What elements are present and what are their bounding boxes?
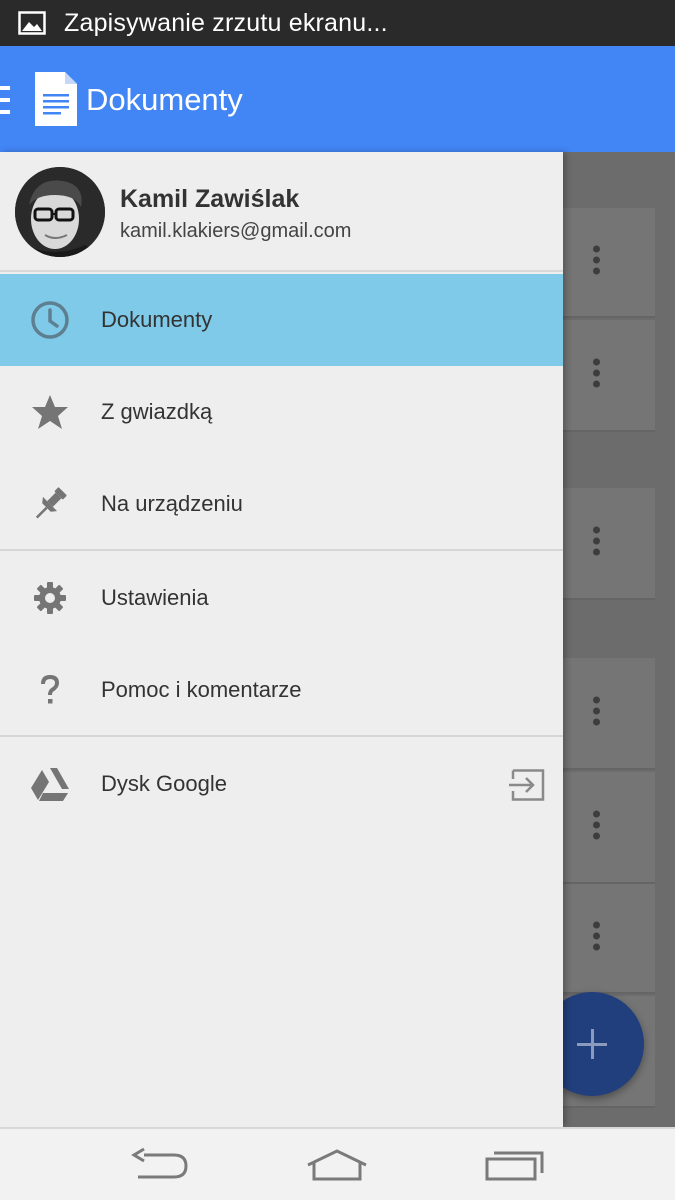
drawer-item-label: Dysk Google: [101, 771, 227, 796]
back-icon[interactable]: [130, 1147, 190, 1183]
drawer-item-label: Z gwiazdką: [101, 399, 213, 424]
image-icon: [18, 11, 46, 35]
recents-icon[interactable]: [484, 1147, 546, 1183]
status-bar: Zapisywanie zrzutu ekranu...: [0, 0, 675, 46]
divider: [0, 735, 563, 737]
more-options-icon: [593, 245, 601, 279]
drawer-item-label: Na urządzeniu: [101, 491, 243, 516]
gear-icon: [34, 582, 66, 614]
star-icon: [32, 395, 68, 429]
drawer-item-label: Ustawienia: [101, 585, 209, 610]
drive-icon: [31, 768, 69, 801]
drawer-item-label: Dokumenty: [101, 307, 213, 332]
docs-icon: [35, 72, 77, 126]
user-name: Kamil Zawiślak: [120, 185, 300, 213]
more-options-icon: [593, 696, 601, 730]
pin-icon: [35, 487, 67, 519]
avatar-photo: [15, 167, 105, 257]
clock-icon: [31, 301, 69, 339]
system-navigation-bar: [0, 1127, 675, 1200]
more-options-icon: [593, 810, 601, 844]
drawer-item-google-drive[interactable]: Dysk Google: [0, 738, 563, 830]
app-bar: Dokumenty: [0, 46, 675, 152]
drawer-item-settings[interactable]: Ustawienia: [0, 552, 563, 644]
user-email: kamil.klakiers@gmail.com: [120, 220, 352, 242]
avatar: [15, 167, 105, 257]
help-icon: [41, 674, 60, 704]
more-options-icon: [593, 921, 601, 955]
more-options-icon: [593, 358, 601, 392]
drawer-item-label: Pomoc i komentarze: [101, 677, 302, 702]
hamburger-icon[interactable]: [0, 86, 10, 114]
navigation-drawer: Kamil Zawiślak kamil.klakiers@gmail.com …: [0, 152, 563, 1127]
drawer-item-on-device[interactable]: Na urządzeniu: [0, 458, 563, 550]
more-options-icon: [593, 526, 601, 560]
account-header[interactable]: Kamil Zawiślak kamil.klakiers@gmail.com: [0, 152, 563, 272]
drawer-item-documents[interactable]: Dokumenty: [0, 274, 563, 366]
home-icon[interactable]: [304, 1147, 370, 1183]
status-notification-text: Zapisywanie zrzutu ekranu...: [64, 8, 388, 37]
drawer-item-help[interactable]: Pomoc i komentarze: [0, 644, 563, 736]
app-title: Dokumenty: [86, 82, 243, 117]
drawer-item-starred[interactable]: Z gwiazdką: [0, 366, 563, 458]
open-external-icon[interactable]: [509, 769, 545, 801]
divider: [0, 549, 563, 551]
